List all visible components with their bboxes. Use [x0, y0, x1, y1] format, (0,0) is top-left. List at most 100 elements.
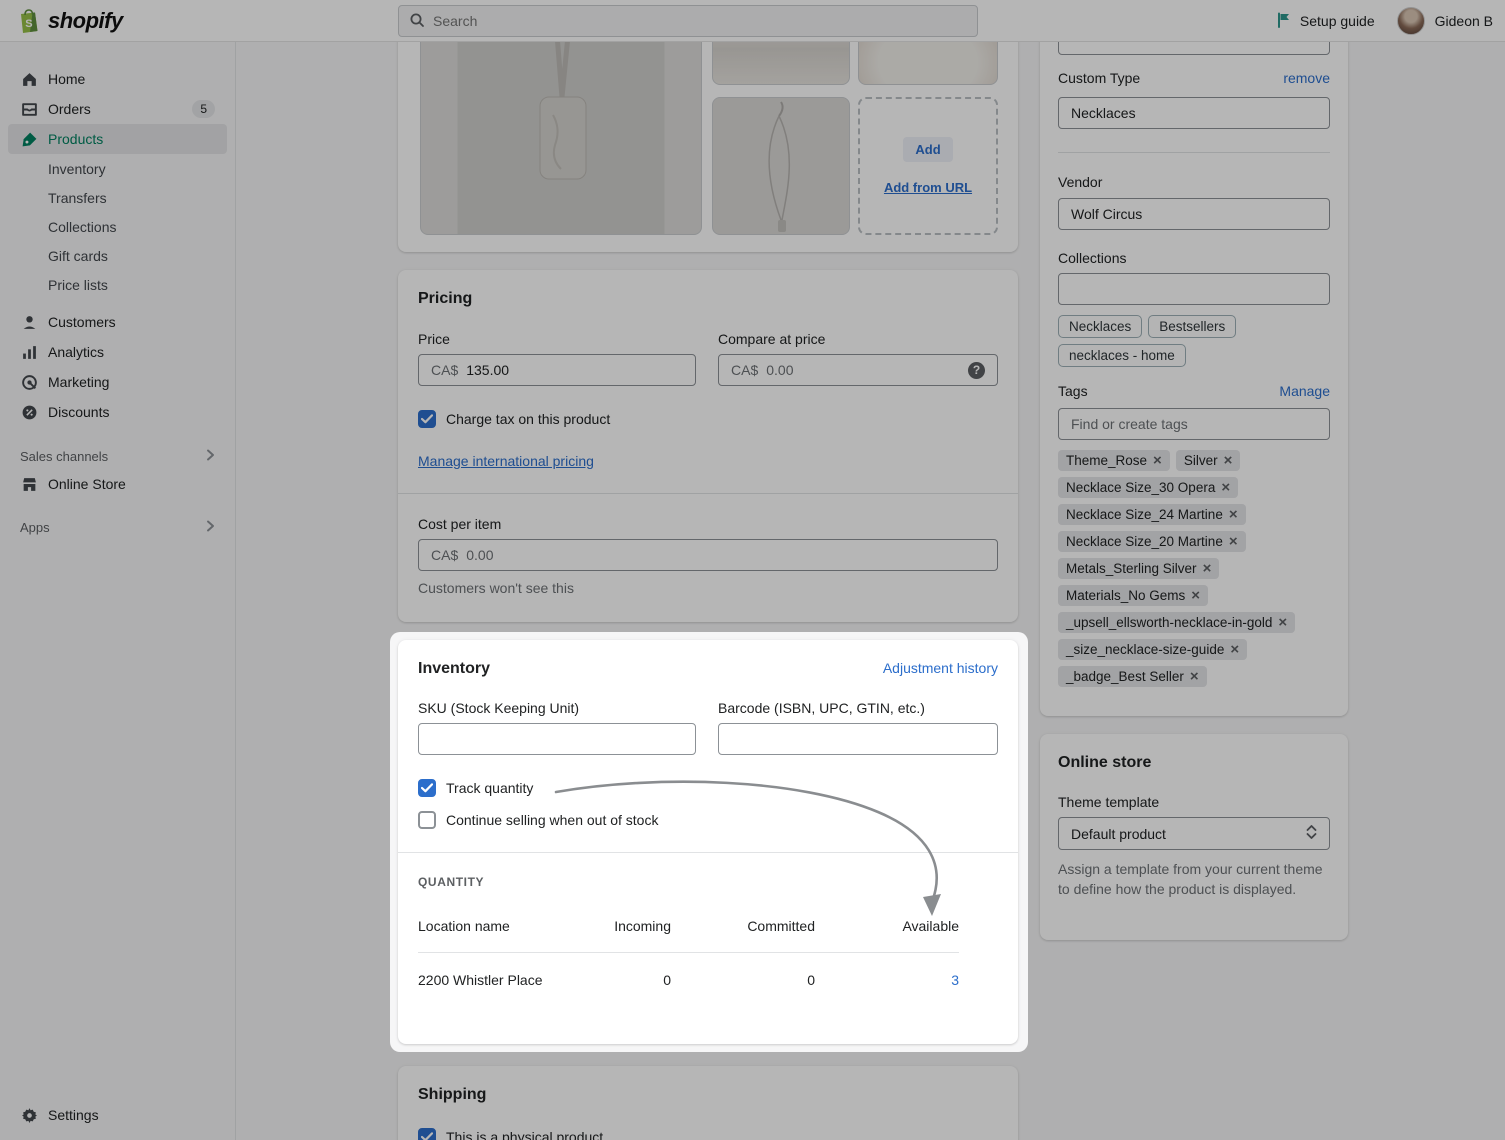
cost-per-item-input[interactable] — [466, 547, 985, 563]
custom-type-label: Custom Type — [1058, 70, 1141, 86]
remove-tag-icon[interactable]: × — [1153, 453, 1162, 468]
collection-chip[interactable]: necklaces - home — [1058, 344, 1186, 367]
price-input[interactable] — [466, 362, 683, 378]
tag-chip: Necklace Size_20 Martine × — [1058, 531, 1246, 552]
remove-tag-icon[interactable]: × — [1191, 588, 1200, 603]
remove-tag-icon[interactable]: × — [1203, 561, 1212, 576]
sidebar-item-online-store[interactable]: Online Store — [8, 469, 227, 499]
search-icon — [409, 12, 425, 31]
sidebar-item-inventory[interactable]: Inventory — [8, 154, 227, 183]
sidebar-item-marketing[interactable]: Marketing — [8, 367, 227, 397]
sidebar-item-settings[interactable]: Settings — [8, 1100, 227, 1130]
collections-field — [1058, 273, 1330, 305]
column-header-incoming: Incoming — [578, 918, 671, 953]
sidebar-item-label: Collections — [48, 218, 117, 235]
sidebar-item-home[interactable]: Home — [8, 64, 227, 94]
compare-price-help-icon[interactable]: ? — [968, 361, 985, 379]
collection-chip[interactable]: Bestsellers — [1148, 315, 1237, 338]
home-icon — [20, 70, 38, 88]
adjustment-history-link[interactable]: Adjustment history — [883, 660, 998, 676]
vendor-input[interactable] — [1071, 206, 1317, 222]
tag-chip: Necklace Size_24 Martine × — [1058, 504, 1246, 525]
manage-tags-link[interactable]: Manage — [1279, 383, 1330, 399]
remove-tag-icon[interactable]: × — [1229, 534, 1238, 549]
remove-tag-icon[interactable]: × — [1229, 507, 1238, 522]
necklace-chain-illustration — [768, 101, 791, 232]
search-bar[interactable] — [398, 5, 978, 37]
barcode-input[interactable] — [731, 731, 985, 747]
setup-guide-button[interactable]: Setup guide — [1276, 12, 1375, 31]
remove-tag-icon[interactable]: × — [1190, 669, 1199, 684]
collection-chip[interactable]: Necklaces — [1058, 315, 1143, 338]
tag-chip: _badge_Best Seller × — [1058, 666, 1207, 687]
discounts-icon — [20, 403, 38, 421]
inventory-title: Inventory — [418, 660, 491, 677]
svg-text:S: S — [25, 18, 32, 30]
physical-product-checkbox[interactable] — [418, 1128, 436, 1140]
sales-channels-header[interactable]: Sales channels — [8, 443, 227, 469]
product-image-thumb-3[interactable] — [712, 97, 850, 235]
sidebar-item-transfers[interactable]: Transfers — [8, 183, 227, 212]
physical-product-checkbox-row[interactable]: This is a physical product — [418, 1128, 998, 1140]
charge-tax-checkbox[interactable] — [418, 410, 436, 428]
price-field: CA$ — [418, 354, 696, 386]
sidebar-item-gift-cards[interactable]: Gift cards — [8, 241, 227, 270]
charge-tax-checkbox-row[interactable]: Charge tax on this product — [418, 410, 998, 428]
tags-input[interactable] — [1071, 416, 1317, 432]
select-arrows-icon — [1306, 825, 1317, 842]
tag-label: Materials_No Gems — [1066, 588, 1186, 603]
continue-selling-checkbox[interactable] — [418, 811, 436, 829]
remove-tag-icon[interactable]: × — [1221, 480, 1230, 495]
remove-tag-icon[interactable]: × — [1230, 642, 1239, 657]
pricing-card: Pricing Price CA$ Compare at price CA$ ? — [398, 270, 1018, 622]
remove-tag-icon[interactable]: × — [1278, 615, 1287, 630]
tag-label: Necklace Size_24 Martine — [1066, 507, 1223, 522]
remove-tag-icon[interactable]: × — [1224, 453, 1233, 468]
sidebar-item-analytics[interactable]: Analytics — [8, 337, 227, 367]
remove-custom-type-link[interactable]: remove — [1283, 70, 1330, 86]
apps-label: Apps — [20, 519, 50, 535]
sales-channels-label: Sales channels — [20, 448, 109, 464]
apps-header[interactable]: Apps — [8, 514, 227, 540]
tag-chip: Metals_Sterling Silver × — [1058, 558, 1220, 579]
search-input[interactable] — [433, 13, 967, 29]
theme-template-select[interactable]: Default product — [1058, 817, 1330, 850]
add-media-button[interactable]: Add — [903, 137, 953, 162]
sidebar-item-label: Orders — [48, 101, 91, 117]
collections-input[interactable] — [1071, 281, 1317, 297]
cost-per-item-field: CA$ — [418, 539, 998, 571]
shopify-logo[interactable]: S shopify — [16, 0, 123, 42]
manage-international-pricing-link[interactable]: Manage international pricing — [418, 453, 594, 469]
analytics-icon — [20, 343, 38, 361]
track-quantity-label: Track quantity — [446, 780, 534, 796]
price-label: Price — [418, 331, 450, 347]
sidebar-item-label: Inventory — [48, 160, 106, 177]
cost-currency-prefix: CA$ — [431, 547, 459, 563]
physical-product-label: This is a physical product — [446, 1129, 604, 1140]
avatar — [1396, 7, 1425, 35]
sidebar-item-collections[interactable]: Collections — [8, 212, 227, 241]
tag-label: _upsell_ellsworth-necklace-in-gold — [1066, 615, 1273, 630]
user-menu[interactable]: Gideon B — [1396, 7, 1493, 35]
custom-type-input[interactable] — [1071, 105, 1317, 121]
chevron-right-icon — [206, 520, 215, 535]
sidebar-item-label: Discounts — [48, 404, 110, 420]
brand-wordmark: shopify — [48, 8, 123, 33]
products-tag-icon — [20, 130, 38, 148]
sidebar-item-price-lists[interactable]: Price lists — [8, 270, 227, 299]
tag-chip: Theme_Rose × — [1058, 450, 1170, 471]
continue-selling-checkbox-row[interactable]: Continue selling when out of stock — [418, 811, 998, 829]
media-add-dropzone: Add Add from URL — [858, 97, 998, 235]
available-quantity-link[interactable]: 3 — [951, 972, 959, 988]
sidebar-item-products[interactable]: Products — [8, 124, 227, 154]
sku-input[interactable] — [431, 731, 683, 747]
sidebar-item-orders[interactable]: Orders 5 — [8, 94, 227, 124]
track-quantity-checkbox-row[interactable]: Track quantity — [418, 779, 998, 797]
sidebar-item-customers[interactable]: Customers — [8, 307, 227, 337]
track-quantity-checkbox[interactable] — [418, 779, 436, 797]
add-from-url-link[interactable]: Add from URL — [884, 180, 972, 195]
sidebar-item-discounts[interactable]: Discounts — [8, 397, 227, 427]
compare-at-price-input[interactable] — [766, 362, 960, 378]
tag-label: _badge_Best Seller — [1066, 669, 1184, 684]
price-currency-prefix: CA$ — [431, 362, 459, 378]
